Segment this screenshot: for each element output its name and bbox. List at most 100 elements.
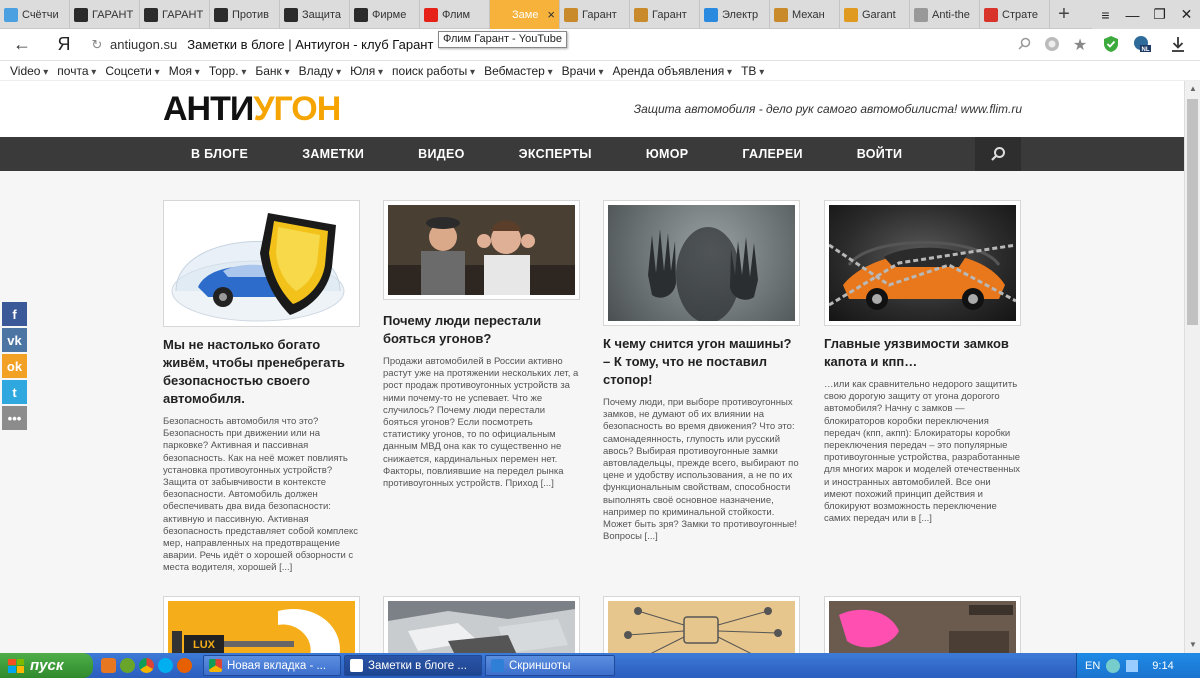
odnoklassniki-share-icon[interactable]: ok: [2, 354, 27, 378]
quick-launch: [93, 658, 200, 673]
maximize-button[interactable]: ❐: [1146, 0, 1173, 29]
bookmark-folder[interactable]: Вебмастер: [484, 64, 553, 78]
site-nav-item[interactable]: ЮМОР: [619, 147, 716, 161]
minimize-button[interactable]: —: [1119, 0, 1146, 29]
search-icon[interactable]: [1010, 37, 1038, 53]
back-button[interactable]: ←: [0, 34, 44, 55]
facebook-share-icon[interactable]: f: [2, 302, 27, 326]
post-card[interactable]: [603, 596, 800, 653]
browser-tab[interactable]: Счётчи: [0, 0, 70, 29]
browser-tab[interactable]: Garant: [840, 0, 910, 29]
post-title[interactable]: Главные уязвимости замков капота и кпп…: [824, 335, 1021, 371]
bookmark-folder[interactable]: Соцсети: [105, 64, 159, 78]
bookmark-folder[interactable]: Video: [10, 64, 48, 78]
page-scrollbar[interactable]: ▲ ▼: [1184, 81, 1200, 653]
browser-tab[interactable]: Заме ×: [490, 0, 560, 29]
post-title[interactable]: К чему снится угон машины? – К тому, что…: [603, 335, 800, 389]
network-icon[interactable]: [1126, 659, 1139, 672]
start-button[interactable]: пуск: [0, 653, 93, 678]
close-window-button[interactable]: ✕: [1173, 0, 1200, 29]
garant-shield-icon: [214, 7, 228, 22]
post-card[interactable]: [824, 596, 1021, 653]
site-nav-item[interactable]: ЭКСПЕРТЫ: [492, 147, 619, 161]
post-thumbnail-crashed-cars[interactable]: [383, 596, 580, 653]
skype-icon[interactable]: [158, 658, 173, 673]
reload-icon[interactable]: ↻: [84, 37, 110, 53]
taskbar-task[interactable]: Новая вкладка - ...: [203, 655, 341, 676]
firefox-icon[interactable]: [177, 658, 192, 673]
site-nav-item[interactable]: ГАЛЕРЕИ: [715, 147, 829, 161]
scroll-down-arrow[interactable]: ▼: [1185, 637, 1200, 653]
bookmark-folder[interactable]: Врачи: [562, 64, 604, 78]
scroll-thumb[interactable]: [1187, 99, 1198, 325]
shield-check-icon[interactable]: [1094, 35, 1128, 56]
post-thumbnail-car-shield[interactable]: [163, 200, 360, 327]
browser-tab[interactable]: ГАРАНТ: [70, 0, 140, 29]
bookmark-folder[interactable]: Владу: [299, 64, 342, 78]
post-card[interactable]: Почему люди перестали бояться угонов? Пр…: [383, 200, 580, 490]
downloads-icon[interactable]: [1156, 36, 1200, 55]
bookmark-folder[interactable]: ТВ: [741, 64, 764, 78]
browser-tab[interactable]: Гарант: [630, 0, 700, 29]
bookmark-folder[interactable]: поиск работы: [392, 64, 475, 78]
taskbar-task[interactable]: Скриншоты: [485, 655, 615, 676]
post-thumbnail-movie-scene[interactable]: [383, 200, 580, 300]
bookmark-folder[interactable]: Банк: [255, 64, 289, 78]
site-nav-item[interactable]: ВИДЕО: [391, 147, 491, 161]
nav-search-button[interactable]: [975, 137, 1021, 171]
bookmark-star-icon[interactable]: ★: [1066, 35, 1094, 55]
language-indicator[interactable]: EN: [1085, 660, 1100, 672]
site-logo[interactable]: АНТИУГОН: [163, 90, 341, 129]
browser-menu-icon[interactable]: ≡: [1092, 0, 1119, 29]
post-title[interactable]: Мы не настолько богато живём, чтобы прен…: [163, 336, 360, 408]
post-thumbnail-chained-car[interactable]: [824, 200, 1021, 326]
browser-tab[interactable]: Фирме: [350, 0, 420, 29]
post-thumbnail-wiring-diagram[interactable]: [603, 596, 800, 653]
browser-tab[interactable]: Против: [210, 0, 280, 29]
post-thumbnail-cctv-frame[interactable]: [824, 596, 1021, 653]
new-tab-button[interactable]: +: [1050, 0, 1078, 28]
browser-tab[interactable]: Флим: [420, 0, 490, 29]
browser-tab[interactable]: Гарант: [560, 0, 630, 29]
site-nav-item[interactable]: В БЛОГЕ: [163, 147, 275, 161]
post-thumbnail-lux-lock[interactable]: LUX: [163, 596, 360, 653]
extension-nl-icon[interactable]: NL: [1128, 35, 1156, 56]
browser-tab[interactable]: Защита: [280, 0, 350, 29]
browser-tab[interactable]: Электр: [700, 0, 770, 29]
browser-tab[interactable]: Anti-the: [910, 0, 980, 29]
more-share-icon[interactable]: •••: [2, 406, 27, 430]
bookmark-folder[interactable]: почта: [57, 64, 96, 78]
utorrent-icon[interactable]: [120, 658, 135, 673]
tray-icon[interactable]: [1106, 658, 1121, 673]
chrome-icon[interactable]: [139, 658, 154, 673]
twitter-share-icon[interactable]: t: [2, 380, 27, 404]
scroll-up-arrow[interactable]: ▲: [1185, 81, 1200, 97]
browser-tab[interactable]: ГАРАНТ: [140, 0, 210, 29]
address-bar: ← Я ↻ antiugon.su Заметки в блоге | Анти…: [0, 29, 1200, 61]
post-title[interactable]: Почему люди перестали бояться угонов?: [383, 312, 580, 348]
post-card[interactable]: Мы не настолько богато живём, чтобы прен…: [163, 200, 360, 575]
url-page-title[interactable]: Заметки в блоге | Антиугон - клуб Гарант: [187, 37, 433, 52]
taskbar-task[interactable]: Заметки в блоге ...: [344, 655, 482, 676]
windows-taskbar: пуск Новая вкладка - ... Заметки в блоге …: [0, 653, 1200, 678]
browser-tab[interactable]: Механ: [770, 0, 840, 29]
clock[interactable]: 9:14: [1152, 660, 1173, 672]
browser-tab[interactable]: Страте: [980, 0, 1050, 29]
protect-icon[interactable]: [1038, 36, 1066, 55]
bookmark-folder[interactable]: Юля: [350, 64, 383, 78]
yandex-logo-icon[interactable]: Я: [44, 34, 84, 55]
post-card[interactable]: [383, 596, 580, 653]
post-card[interactable]: К чему снится угон машины? – К тому, что…: [603, 200, 800, 543]
post-thumbnail-ghost-hands[interactable]: [603, 200, 800, 326]
vlc-icon[interactable]: [101, 658, 116, 673]
close-tab-icon[interactable]: ×: [547, 7, 555, 22]
url-domain[interactable]: antiugon.su: [110, 37, 177, 52]
bookmark-folder[interactable]: Аренда объявления: [613, 64, 733, 78]
bookmark-folder[interactable]: Моя: [169, 64, 200, 78]
post-card[interactable]: LUX: [163, 596, 360, 653]
post-card[interactable]: Главные уязвимости замков капота и кпп… …: [824, 200, 1021, 525]
site-nav-item[interactable]: ВОЙТИ: [830, 147, 930, 161]
vkontakte-share-icon[interactable]: vk: [2, 328, 27, 352]
site-nav-item[interactable]: ЗАМЕТКИ: [275, 147, 391, 161]
bookmark-folder[interactable]: Торр.: [209, 64, 247, 78]
